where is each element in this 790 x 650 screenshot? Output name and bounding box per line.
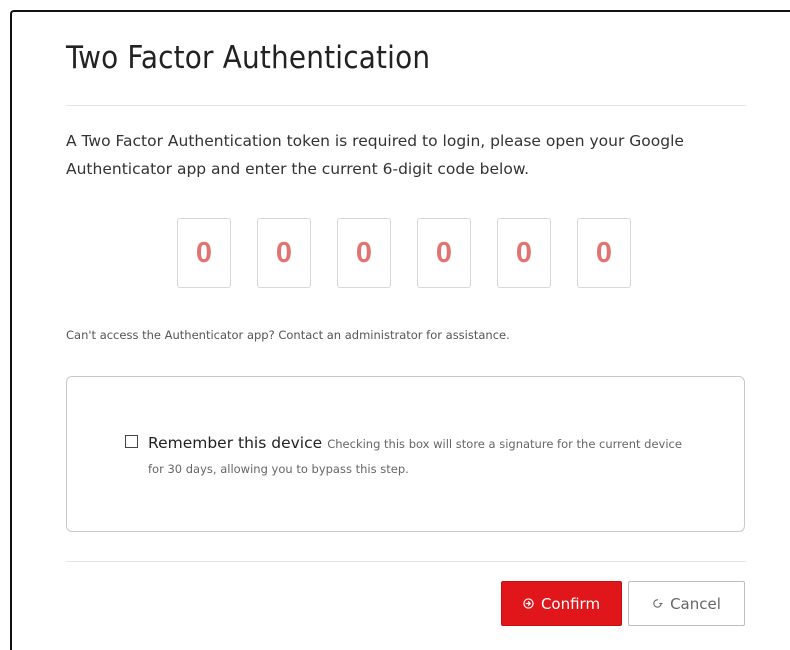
cancel-button-label: Cancel — [670, 594, 721, 613]
remember-device-label[interactable]: Remember this device — [148, 434, 322, 452]
modal-title: Two Factor Authentication — [66, 40, 431, 76]
code-digit-3[interactable] — [337, 218, 391, 288]
title-divider — [66, 105, 746, 106]
cancel-button[interactable]: Cancel — [628, 581, 745, 626]
code-digit-4[interactable] — [417, 218, 471, 288]
code-digit-5[interactable] — [497, 218, 551, 288]
confirm-button[interactable]: Confirm — [501, 581, 622, 626]
remember-device-option: Remember this device Checking this box w… — [125, 431, 685, 481]
confirm-button-label: Confirm — [540, 594, 601, 613]
remember-device-panel: Remember this device Checking this box w… — [66, 376, 745, 532]
intro-text: A Two Factor Authentication token is req… — [66, 132, 684, 178]
arrow-circle-right-icon — [523, 598, 534, 609]
help-text: Can't access the Authenticator app? Cont… — [66, 328, 510, 342]
footer-divider — [66, 561, 746, 562]
code-digit-2[interactable] — [257, 218, 311, 288]
remember-device-checkbox[interactable] — [125, 435, 138, 448]
remember-device-text: Remember this device Checking this box w… — [148, 431, 685, 481]
code-digit-6[interactable] — [577, 218, 631, 288]
code-digit-1[interactable] — [177, 218, 231, 288]
undo-circle-icon — [653, 599, 663, 608]
